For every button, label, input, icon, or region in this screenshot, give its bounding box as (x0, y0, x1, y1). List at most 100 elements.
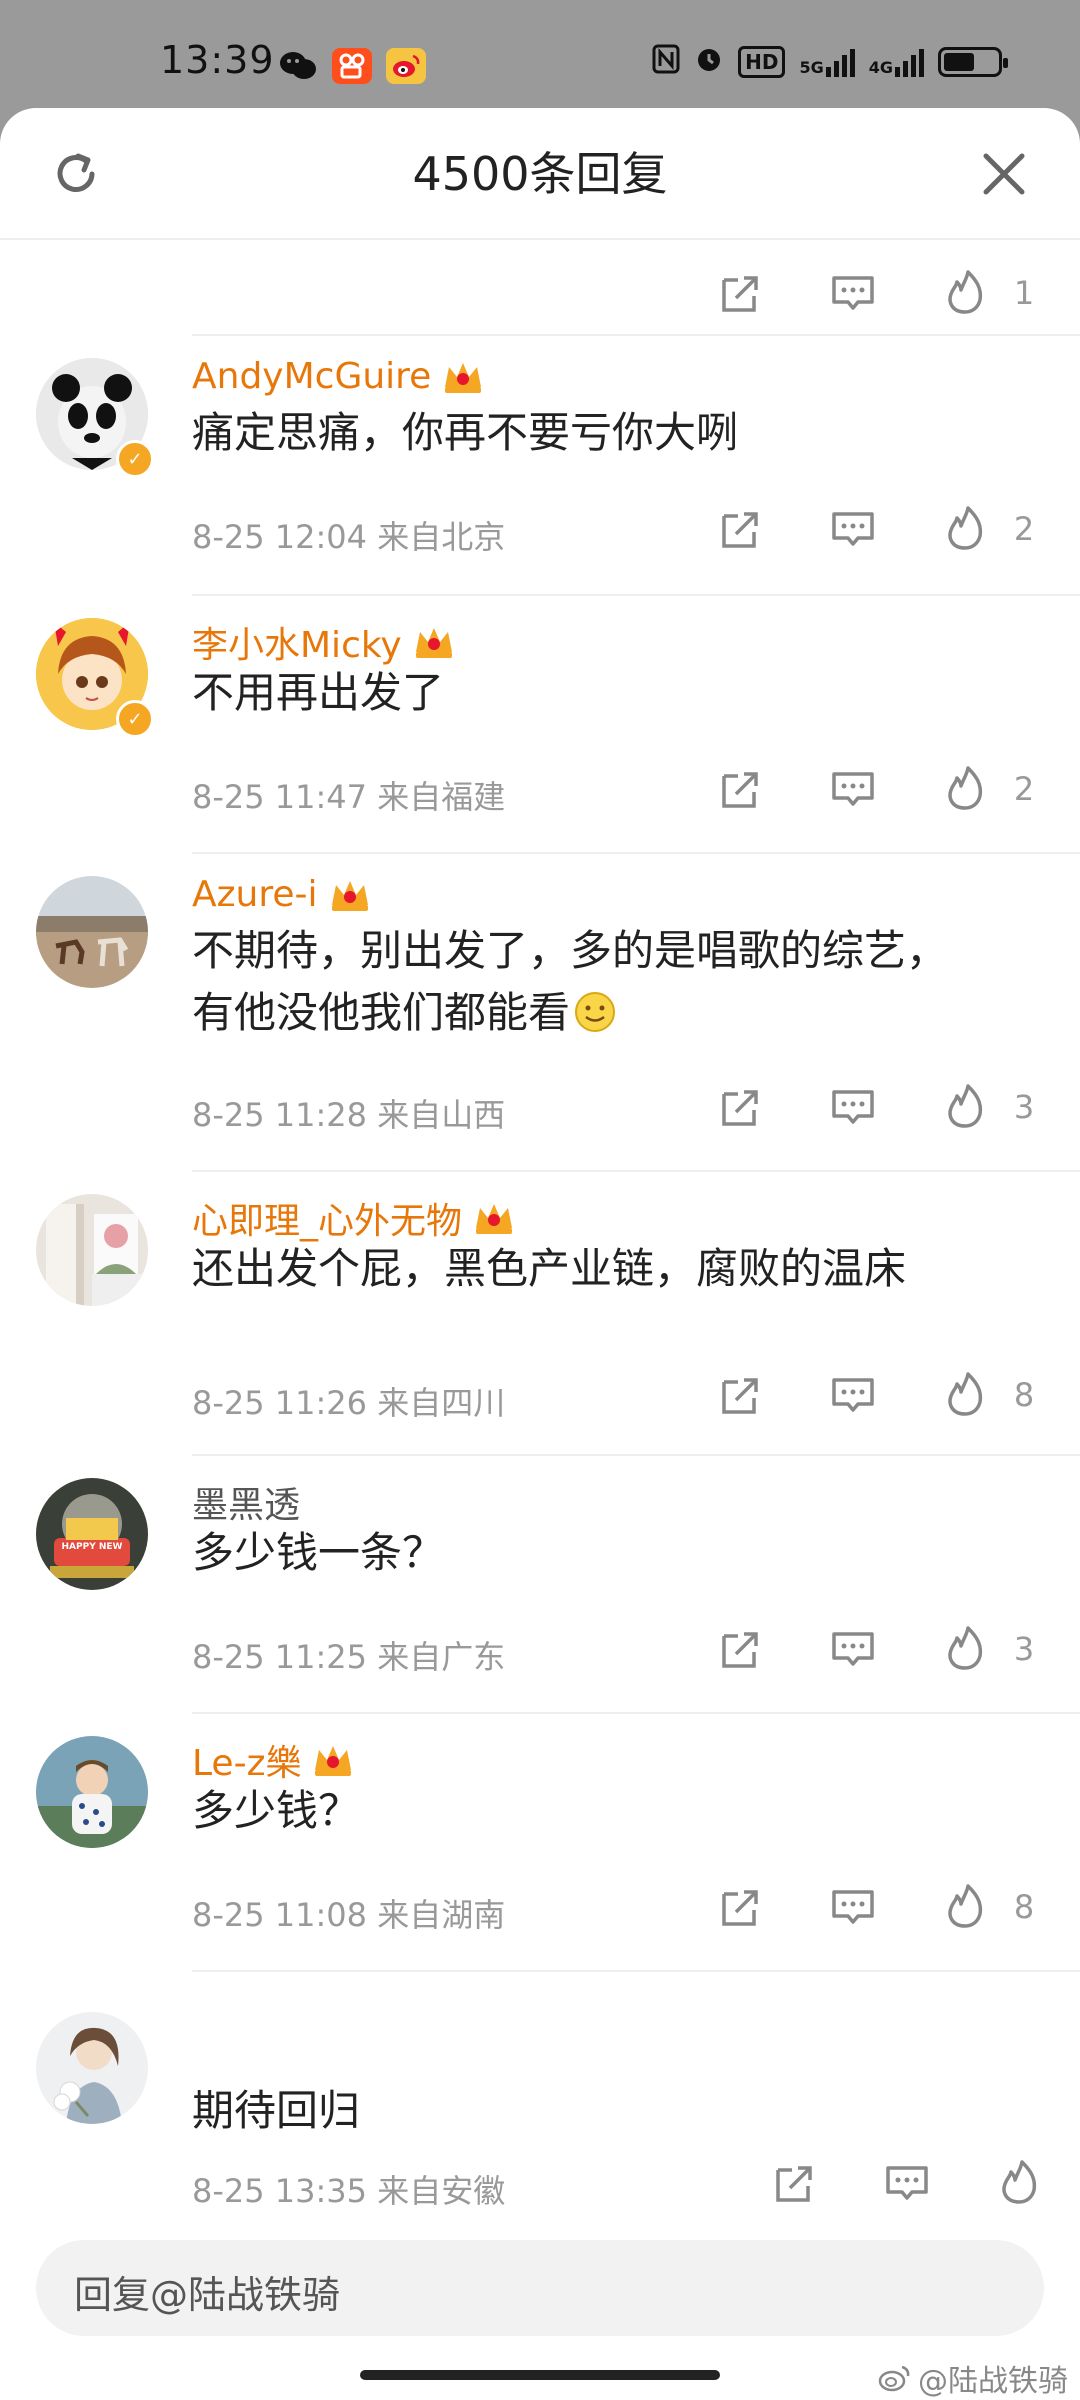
comment-actions: 2 (716, 764, 1044, 814)
status-indicators: HD 5G 4G (652, 44, 1008, 80)
like-icon[interactable] (940, 1882, 990, 1932)
5g-signal-icon: 5G (799, 47, 855, 77)
hd-badge: HD (738, 46, 786, 78)
comment-actions: 3 (716, 1082, 1044, 1132)
comment-username[interactable]: 心即理_心外无物 (192, 1192, 516, 1244)
comment-row: 期待回归 8-25 13:35 来自安徽 (0, 1972, 1080, 2232)
avatar[interactable] (36, 876, 148, 988)
smile-emoji-icon (575, 992, 616, 1032)
kuaishou-icon (332, 48, 372, 84)
watermark: @陆战铁骑 (878, 2356, 1068, 2400)
comment-meta: 8-25 11:25 来自广东 (192, 1638, 506, 1676)
comment-row: Azure-i 不期待，别出发了，多的是唱歌的综艺， 有他没他我们都能看 8-2… (0, 854, 1080, 1172)
share-icon[interactable] (716, 1082, 766, 1132)
like-icon[interactable] (940, 504, 990, 554)
like-count: 2 (1013, 510, 1035, 548)
comment-row: HAPPY NEW 墨黑透 多少钱一条？ 8-25 11:25 来自广东 3 (0, 1456, 1080, 1714)
avatar-caption: HAPPY NEW (61, 1542, 123, 1552)
comment-row: ✓ AndyMcGuire 痛定思痛，你再不要亏你大咧 8-25 12:04 来… (0, 336, 1080, 596)
nfc-icon (652, 44, 680, 80)
alarm-icon (694, 44, 724, 80)
comment-actions: 3 (716, 1624, 1044, 1674)
comment-actions: 8 (716, 1370, 1044, 1420)
share-icon[interactable] (716, 504, 766, 554)
comment-meta: 8-25 11:28 来自山西 (192, 1096, 506, 1134)
share-icon[interactable] (716, 1624, 766, 1674)
comment-username[interactable]: Azure-i (192, 874, 372, 915)
comment-username[interactable]: 墨黑透 (192, 1476, 300, 1528)
like-count: 1 (1013, 274, 1035, 312)
vip-crown-icon (315, 1746, 352, 1776)
comment-row-partial: 1 (0, 238, 1080, 348)
comment-icon[interactable] (828, 1370, 878, 1420)
avatar[interactable] (36, 2012, 148, 2124)
like-icon[interactable] (940, 1082, 990, 1132)
4g-signal-icon: 4G (869, 47, 924, 77)
comment-username[interactable]: Le-z樂 (192, 1734, 355, 1786)
like-icon[interactable] (940, 1624, 990, 1674)
share-icon[interactable] (770, 2158, 820, 2208)
vip-crown-icon (415, 628, 452, 658)
comment-username[interactable]: 李小水Micky (192, 616, 456, 668)
wechat-icon (278, 48, 318, 84)
weibo-logo-icon (878, 2365, 910, 2392)
replies-sheet: 4500条回复 1 ✓ AndyMcGuire 痛定思痛，你再不要亏你大咧 8-… (0, 108, 1080, 2400)
comment-icon[interactable] (882, 2158, 932, 2208)
vip-crown-icon (331, 880, 368, 911)
verified-badge: ✓ (116, 440, 154, 478)
comment-meta: 8-25 12:04 来自北京 (192, 518, 506, 556)
comment-icon[interactable] (828, 1882, 878, 1932)
comment-meta: 8-25 13:35 来自安徽 (192, 2172, 506, 2210)
comment-icon[interactable] (828, 268, 878, 318)
vip-crown-icon (445, 362, 482, 393)
comment-icon[interactable] (828, 1624, 878, 1674)
share-icon[interactable] (716, 1370, 766, 1420)
like-icon[interactable] (994, 2158, 1044, 2208)
status-app-icons (278, 48, 426, 84)
status-bar: 13:39 HD 5G 4G (0, 0, 1080, 110)
comment-row: 心即理_心外无物 还出发个屁，黑色产业链，腐败的温床 8-25 11:26 来自… (0, 1172, 1080, 1456)
home-indicator[interactable] (360, 2370, 720, 2380)
share-icon[interactable] (716, 268, 766, 318)
share-icon[interactable] (716, 1882, 766, 1932)
comment-meta: 8-25 11:26 来自四川 (192, 1384, 506, 1422)
verified-badge: ✓ (116, 700, 154, 738)
comment-text: 不用再出发了 (192, 668, 445, 717)
avatar[interactable] (36, 1194, 148, 1306)
close-icon[interactable] (976, 146, 1032, 202)
comment-text: 还出发个屁，黑色产业链，腐败的温床 (192, 1244, 907, 1293)
comment-icon[interactable] (828, 764, 878, 814)
comment-actions: 1 (716, 268, 1044, 318)
comment-row: Le-z樂 多少钱？ 8-25 11:08 来自湖南 8 (0, 1714, 1080, 1972)
like-count: 2 (1013, 770, 1035, 808)
like-count: 3 (1013, 1630, 1035, 1668)
comment-meta: 8-25 11:08 来自湖南 (192, 1896, 506, 1934)
like-icon[interactable] (940, 764, 990, 814)
reply-input-placeholder: 回复@陆战铁骑 (74, 2273, 341, 2317)
sheet-header: 4500条回复 (0, 108, 1080, 240)
comment-icon[interactable] (828, 1082, 878, 1132)
comment-username[interactable]: AndyMcGuire (192, 356, 485, 397)
comment-text: 多少钱？ (192, 1786, 361, 1835)
comment-text: 多少钱一条？ (192, 1528, 445, 1577)
comment-text: 期待回归 (192, 2086, 361, 2135)
comment-actions: 8 (716, 1882, 1044, 1932)
comment-text: 不期待，别出发了，多的是唱歌的综艺， 有他没他我们都能看 (192, 926, 949, 1037)
status-time: 13:39 (160, 38, 275, 82)
comment-actions (770, 2158, 1044, 2208)
comment-text: 痛定思痛，你再不要亏你大咧 (192, 408, 739, 457)
comment-row: ✓ 李小水Micky 不用再出发了 8-25 11:47 来自福建 2 (0, 596, 1080, 854)
weibo-icon (386, 48, 426, 84)
like-icon[interactable] (940, 1370, 990, 1420)
avatar[interactable] (36, 1736, 148, 1848)
like-count: 8 (1013, 1376, 1035, 1414)
like-icon[interactable] (940, 268, 990, 318)
comment-icon[interactable] (828, 504, 878, 554)
comment-meta: 8-25 11:47 来自福建 (192, 778, 506, 816)
reply-input[interactable]: 回复@陆战铁骑 (36, 2240, 1044, 2336)
page-title: 4500条回复 (412, 147, 668, 201)
vip-crown-icon (476, 1204, 513, 1234)
avatar[interactable]: HAPPY NEW (36, 1478, 148, 1590)
share-icon[interactable] (716, 764, 766, 814)
battery-icon (938, 47, 1008, 77)
